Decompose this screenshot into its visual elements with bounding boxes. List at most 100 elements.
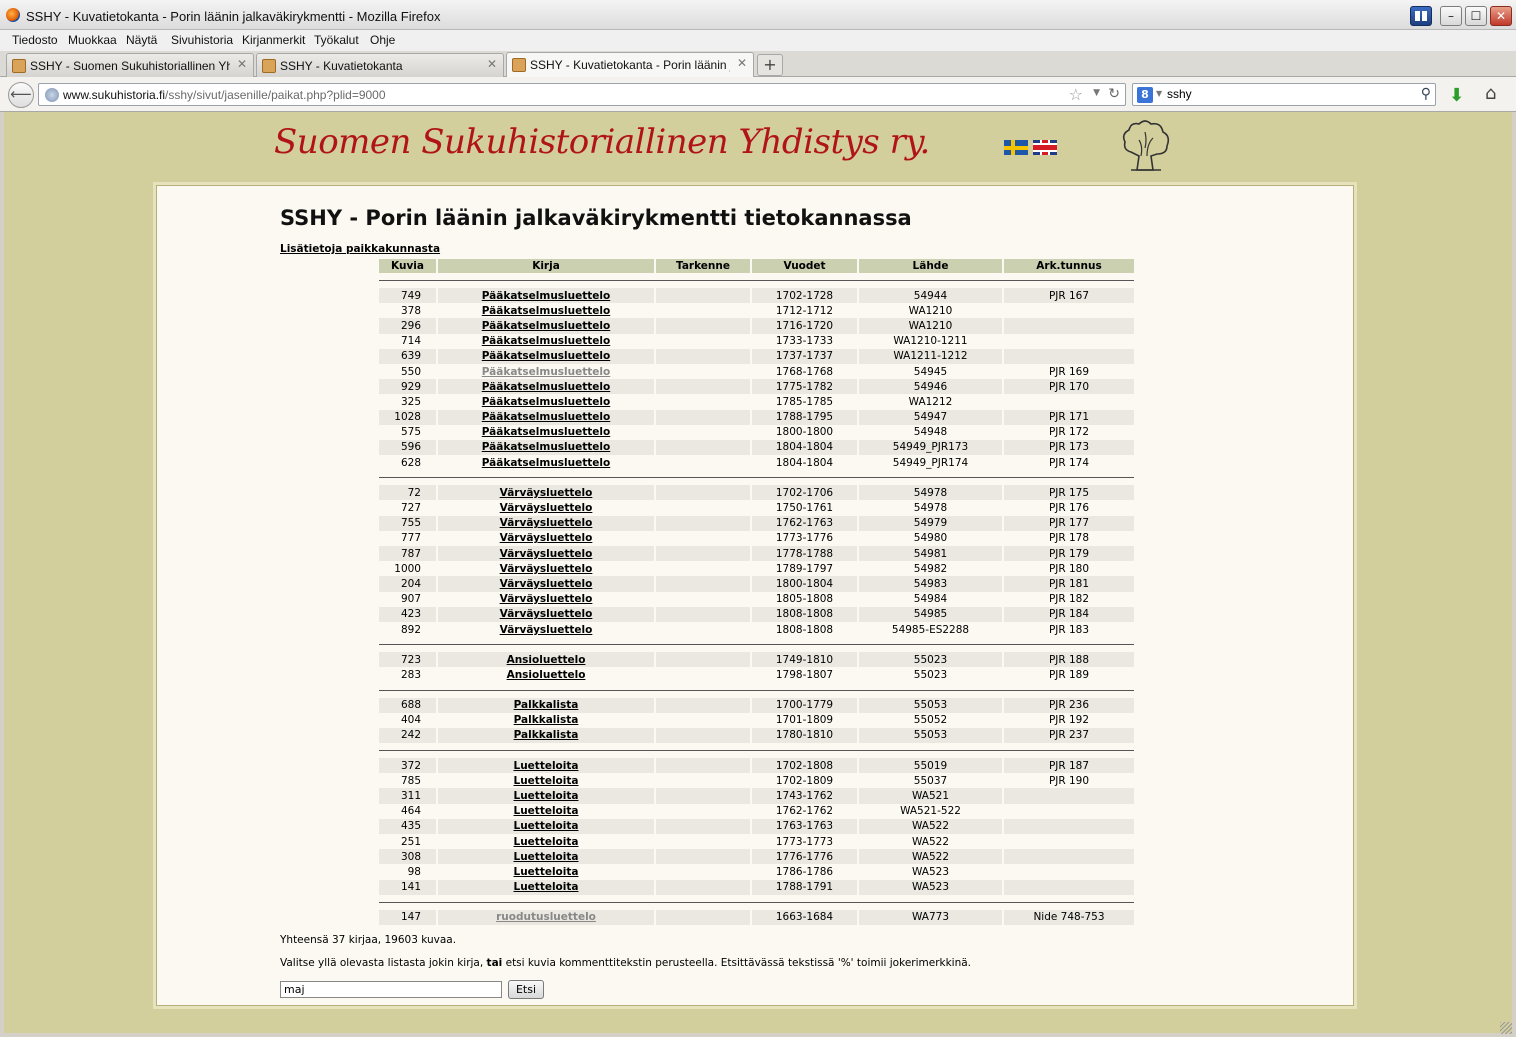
minimize-button[interactable]: – xyxy=(1440,6,1462,26)
book-link[interactable]: Luetteloita xyxy=(514,790,579,802)
book-link[interactable]: Värväysluettelo xyxy=(500,578,593,590)
specifier-cell xyxy=(656,864,750,879)
book-link[interactable]: Värväysluettelo xyxy=(500,487,593,499)
close-tab-icon[interactable]: ✕ xyxy=(487,57,497,71)
menu-item-kirjanmerkit[interactable]: Kirjanmerkit xyxy=(242,33,305,47)
column-header-vuodet[interactable]: Vuodet xyxy=(752,259,857,273)
tab-sshy-main[interactable]: SSHY - Suomen Sukuhistoriallinen Yhdisty… xyxy=(6,53,254,77)
swedish-flag-icon[interactable] xyxy=(1004,140,1028,155)
tile-windows-icon[interactable] xyxy=(1410,6,1432,26)
book-link[interactable]: Pääkatselmusluettelo xyxy=(482,320,610,332)
book-link[interactable]: Pääkatselmusluettelo xyxy=(482,411,610,423)
book-link[interactable]: ruodutusluettelo xyxy=(496,911,596,923)
engine-dropdown-icon[interactable]: ▼ xyxy=(1156,89,1162,98)
url-bar[interactable]: www.sukuhistoria.fi/sshy/sivut/jasenille… xyxy=(38,83,1126,106)
image-count-cell: 907 xyxy=(400,593,421,606)
menu-item-tyokalut[interactable]: Työkalut xyxy=(314,33,359,47)
book-link[interactable]: Palkkalista xyxy=(514,714,579,726)
years-cell: 1701-1809 xyxy=(775,714,834,727)
book-link[interactable]: Pääkatselmusluettelo xyxy=(482,441,610,453)
book-link[interactable]: Pääkatselmusluettelo xyxy=(482,366,610,378)
reload-icon[interactable]: ↻ xyxy=(1108,86,1120,102)
book-link[interactable]: Luetteloita xyxy=(514,775,579,787)
menu-item-nayta[interactable]: Näytä xyxy=(126,33,157,47)
book-link[interactable]: Ansioluettelo xyxy=(507,654,586,666)
site-logo-text[interactable]: Suomen Sukuhistoriallinen Yhdistys ry. xyxy=(274,122,930,162)
source-cell: WA522 xyxy=(911,835,950,848)
book-link[interactable]: Palkkalista xyxy=(514,699,579,711)
archive-id-cell: PJR 173 xyxy=(1004,439,1134,456)
book-link[interactable]: Luetteloita xyxy=(514,836,579,848)
column-header-lahde[interactable]: Lähde xyxy=(859,259,1002,273)
book-link[interactable]: Pääkatselmusluettelo xyxy=(482,290,610,302)
table-row: 404 Palkkalista 1701-1809 55052 PJR 192 xyxy=(379,713,1134,728)
column-header-kirja[interactable]: Kirja xyxy=(438,259,654,273)
menu-item-muokkaa[interactable]: Muokkaa xyxy=(68,33,117,47)
google-engine-icon[interactable]: 8 xyxy=(1137,87,1153,103)
book-link[interactable]: Värväysluettelo xyxy=(500,563,593,575)
book-link[interactable]: Värväysluettelo xyxy=(500,517,593,529)
close-tab-icon[interactable]: ✕ xyxy=(237,57,247,71)
column-header-tarkenne[interactable]: Tarkenne xyxy=(656,259,750,273)
book-link[interactable]: Ansioluettelo xyxy=(507,669,586,681)
book-link[interactable]: Luetteloita xyxy=(514,866,579,878)
search-button[interactable]: Etsi xyxy=(508,980,544,999)
image-count-cell: 929 xyxy=(379,379,436,395)
sshy-favicon-icon xyxy=(512,58,526,72)
book-link[interactable]: Värväysluettelo xyxy=(500,593,593,605)
source-cell: 54979 xyxy=(859,515,1002,531)
bookmark-star-icon[interactable]: ☆ xyxy=(1069,85,1083,104)
new-tab-button[interactable]: + xyxy=(757,54,783,76)
close-tab-icon[interactable]: ✕ xyxy=(737,56,747,70)
book-link[interactable]: Luetteloita xyxy=(514,805,579,817)
column-header-kuvia[interactable]: Kuvia xyxy=(379,259,436,273)
book-link[interactable]: Pääkatselmusluettelo xyxy=(482,305,610,317)
english-flag-icon[interactable] xyxy=(1033,140,1057,155)
tab-kuvatietokanta[interactable]: SSHY - Kuvatietokanta ✕ xyxy=(256,53,504,77)
image-count-cell: 1000 xyxy=(394,562,421,575)
resize-grip-icon[interactable] xyxy=(1500,1022,1512,1034)
book-link[interactable]: Luetteloita xyxy=(514,851,579,863)
book-link[interactable]: Luetteloita xyxy=(514,820,579,832)
search-bar[interactable]: 8 ▼ ⚲ xyxy=(1132,83,1436,106)
comment-search-input[interactable] xyxy=(280,981,502,998)
source-cell: WA523 xyxy=(911,865,950,878)
download-arrow-icon[interactable]: ⬇ xyxy=(1449,85,1464,106)
book-link[interactable]: Värväysluettelo xyxy=(500,608,593,620)
image-count-cell: 141 xyxy=(379,879,436,895)
book-link[interactable]: Värväysluettelo xyxy=(500,624,593,636)
menu-item-ohje[interactable]: Ohje xyxy=(370,33,395,47)
book-link[interactable]: Pääkatselmusluettelo xyxy=(482,457,610,469)
close-window-button[interactable]: ✕ xyxy=(1490,6,1512,26)
search-magnifier-icon[interactable]: ⚲ xyxy=(1421,86,1431,102)
book-link[interactable]: Värväysluettelo xyxy=(500,532,593,544)
tab-label: SSHY - Kuvatietokanta xyxy=(280,59,403,73)
source-cell: WA1212 xyxy=(908,395,953,408)
book-link[interactable]: Luetteloita xyxy=(514,881,579,893)
tab-porin-laanin[interactable]: SSHY - Kuvatietokanta - Porin läänin jal… xyxy=(506,52,754,78)
column-header-ark-tunnus[interactable]: Ark.tunnus xyxy=(1004,259,1134,273)
menu-item-sivuhistoria[interactable]: Sivuhistoria xyxy=(171,33,233,47)
years-cell: 1737-1737 xyxy=(752,348,857,364)
url-text[interactable]: www.sukuhistoria.fi/sshy/sivut/jasenille… xyxy=(63,88,386,102)
back-button[interactable]: ⟵ xyxy=(8,82,34,108)
specifier-cell xyxy=(656,500,750,515)
book-link[interactable]: Luetteloita xyxy=(514,760,579,772)
specifier-cell xyxy=(656,394,750,409)
maximize-button[interactable]: ☐ xyxy=(1465,6,1487,26)
book-link[interactable]: Pääkatselmusluettelo xyxy=(482,381,610,393)
browser-search-input[interactable] xyxy=(1167,87,1407,101)
book-link[interactable]: Pääkatselmusluettelo xyxy=(482,396,610,408)
book-link[interactable]: Pääkatselmusluettelo xyxy=(482,426,610,438)
image-count-cell: 749 xyxy=(379,288,436,304)
book-link[interactable]: Värväysluettelo xyxy=(500,502,593,514)
book-link[interactable]: Palkkalista xyxy=(514,729,579,741)
image-count-cell: 639 xyxy=(379,348,436,364)
book-link[interactable]: Värväysluettelo xyxy=(500,548,593,560)
menu-item-tiedosto[interactable]: Tiedosto xyxy=(12,33,58,47)
url-history-dropdown-icon[interactable]: ▼ xyxy=(1093,88,1100,98)
book-link[interactable]: Pääkatselmusluettelo xyxy=(482,335,610,347)
more-info-link[interactable]: Lisätietoja paikkakunnasta xyxy=(280,243,440,255)
home-icon[interactable]: ⌂ xyxy=(1485,83,1496,104)
book-link[interactable]: Pääkatselmusluettelo xyxy=(482,350,610,362)
